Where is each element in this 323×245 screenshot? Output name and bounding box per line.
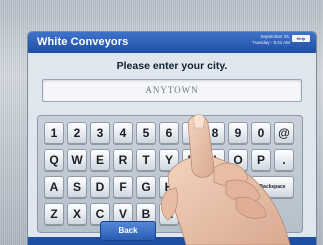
key-3[interactable]: 3 bbox=[90, 122, 110, 144]
kiosk-screen: White Conveyors September 25, Tuesday - … bbox=[28, 32, 316, 245]
key-a[interactable]: A bbox=[44, 176, 64, 198]
key-8[interactable]: 8 bbox=[205, 122, 225, 144]
key-i[interactable]: I bbox=[205, 149, 225, 171]
key-t[interactable]: T bbox=[136, 149, 156, 171]
key-h[interactable]: H bbox=[159, 176, 179, 198]
key-e[interactable]: E bbox=[90, 149, 110, 171]
key-2[interactable]: 2 bbox=[67, 122, 87, 144]
key-w[interactable]: W bbox=[67, 149, 87, 171]
time-line: Tuesday - 8:41 AM bbox=[252, 40, 290, 45]
key-y[interactable]: Y bbox=[159, 149, 179, 171]
city-prompt: Please enter your city. bbox=[116, 60, 228, 72]
key-4[interactable]: 4 bbox=[113, 122, 133, 144]
key-5[interactable]: 5 bbox=[136, 122, 156, 144]
key-x[interactable]: X bbox=[67, 203, 87, 225]
bottom-bar bbox=[28, 237, 316, 245]
key-f[interactable]: F bbox=[113, 176, 133, 198]
key-n[interactable]: N bbox=[159, 203, 179, 225]
help-button[interactable]: Help bbox=[292, 35, 310, 42]
key-p[interactable]: P bbox=[251, 149, 271, 171]
key-u[interactable]: U bbox=[182, 149, 202, 171]
key-l[interactable]: L bbox=[228, 176, 248, 198]
app-title: White Conveyors bbox=[37, 36, 129, 48]
key-d[interactable]: D bbox=[90, 176, 110, 198]
key-s[interactable]: S bbox=[67, 176, 87, 198]
datetime: September 25, Tuesday - 8:41 AM bbox=[230, 34, 290, 46]
key-o[interactable]: O bbox=[228, 149, 248, 171]
key-z[interactable]: Z bbox=[44, 203, 64, 225]
key-7[interactable]: 7 bbox=[182, 122, 202, 144]
key-9[interactable]: 9 bbox=[228, 122, 248, 144]
key-1[interactable]: 1 bbox=[44, 122, 64, 144]
onscreen-keyboard: 1 2 3 4 5 6 7 8 9 0 @ Q W E R T Y U I O … bbox=[37, 115, 303, 233]
key-q[interactable]: Q bbox=[44, 149, 64, 171]
key-k[interactable]: K bbox=[205, 176, 225, 198]
title-bar: White Conveyors September 25, Tuesday - … bbox=[28, 32, 316, 53]
key-j[interactable]: J bbox=[182, 176, 202, 198]
city-input[interactable]: ANYTOWN bbox=[42, 79, 302, 102]
back-button[interactable]: Back bbox=[100, 221, 156, 241]
key-6[interactable]: 6 bbox=[159, 122, 179, 144]
key-0[interactable]: 0 bbox=[251, 122, 271, 144]
key-r[interactable]: R bbox=[113, 149, 133, 171]
key-m[interactable]: M bbox=[182, 203, 202, 225]
key-backspace[interactable]: Backspace bbox=[251, 176, 294, 198]
key-at[interactable]: @ bbox=[274, 122, 294, 144]
key-period[interactable]: . bbox=[274, 149, 294, 171]
key-g[interactable]: G bbox=[136, 176, 156, 198]
